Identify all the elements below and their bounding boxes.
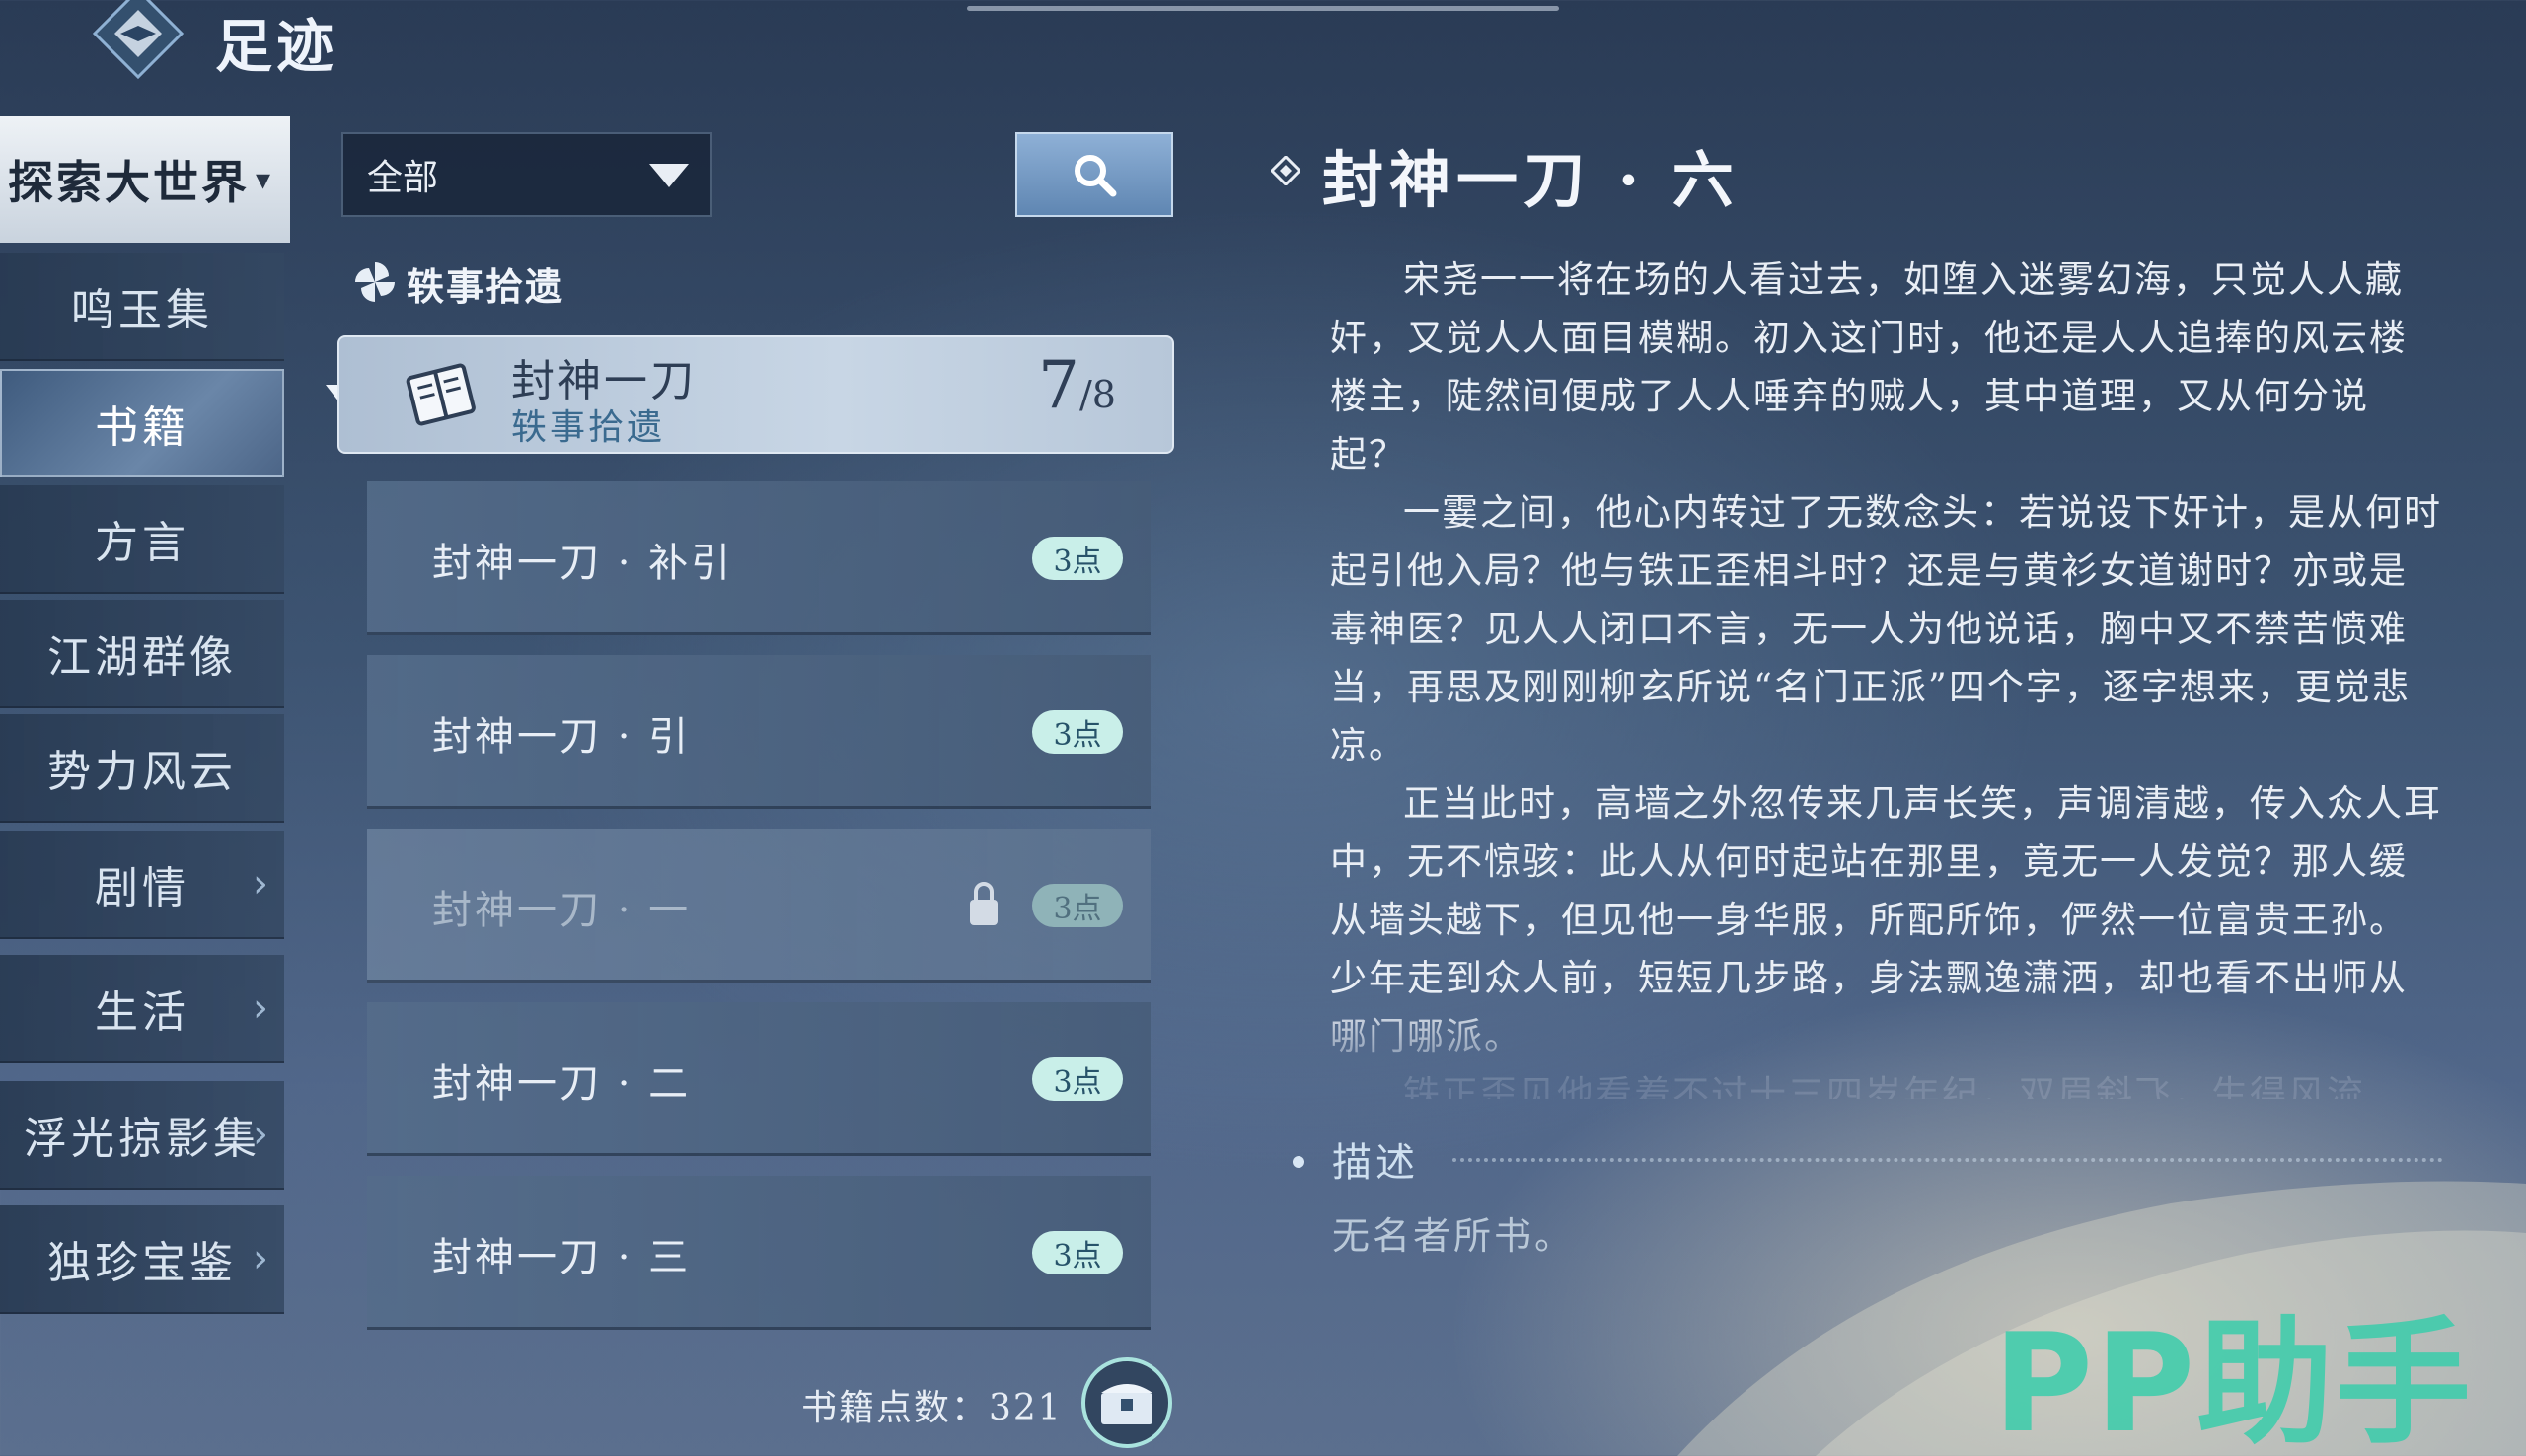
chevron-right-icon: › (253, 1112, 272, 1157)
chapter-label: 封神一刀 · 三 (432, 1235, 692, 1280)
points-badge: 3点 (1032, 537, 1123, 580)
sidebar-item[interactable]: 书籍 (0, 369, 284, 477)
chapter-label: 封神一刀 · 二 (432, 1061, 692, 1107)
sidebar-category-label: 探索大世界 (8, 156, 250, 209)
diamond-marker-icon (1271, 156, 1300, 185)
chevron-right-icon: › (253, 985, 272, 1031)
book-points-label: 书籍点数：321 (801, 1388, 1063, 1428)
caret-down-icon: ▾ (256, 162, 274, 197)
search-button[interactable] (1015, 132, 1173, 217)
desc-bullet (1293, 1156, 1304, 1168)
chapter-list-item[interactable]: 封神一刀 · 二 3点 (367, 1002, 1151, 1156)
points-badge: 3点 (1032, 710, 1123, 754)
chapter-label: 封神一刀 · 补引 (432, 541, 734, 586)
sidebar-item-label: 鸣玉集 (71, 285, 213, 335)
detail-body-text[interactable]: 宋尧一一将在场的人看过去，如堕入迷雾幻海，只觉人人藏奸，又觉人人面目模糊。初入这… (1330, 251, 2445, 1099)
description-label: 描述 (1332, 1140, 1419, 1186)
sidebar-item-label: 浮光掠影集 (24, 1114, 260, 1164)
sidebar-item-label: 独珍宝鉴 (47, 1238, 237, 1288)
sidebar-item[interactable]: 生活 › (0, 955, 284, 1063)
chest-icon[interactable] (1077, 1353, 1176, 1452)
sidebar-category-dropdown[interactable]: 探索大世界 ▾ (0, 116, 290, 243)
watermark-logo: PP助手 (1993, 1304, 2474, 1456)
group-progress-count: 7 (1038, 347, 1079, 423)
points-badge: 3点 (1032, 1231, 1123, 1274)
dropdown-triangle-icon (649, 164, 689, 187)
sidebar-item[interactable]: 浮光掠影集 › (0, 1081, 284, 1190)
sidebar-item[interactable]: 剧情 › (0, 831, 284, 939)
pinwheel-icon (355, 262, 395, 302)
chapter-label: 封神一刀 · 一 (432, 888, 692, 933)
chapter-list-item[interactable]: 封神一刀 · 一 3点 (367, 829, 1151, 983)
chapter-list-item[interactable]: 封神一刀 · 三 3点 (367, 1176, 1151, 1330)
chapter-label: 封神一刀 · 引 (432, 714, 692, 760)
chevron-right-icon: › (253, 1236, 272, 1281)
points-badge: 3点 (1032, 884, 1123, 927)
points-badge: 3点 (1032, 1057, 1123, 1101)
diamond-emblem-icon (92, 0, 185, 80)
filter-value: 全部 (367, 158, 439, 198)
sidebar-item[interactable]: 鸣玉集 (0, 253, 284, 361)
book-icon (406, 363, 476, 426)
search-icon (1075, 155, 1117, 197)
sidebar-item-label: 方言 (95, 518, 189, 568)
detail-paragraph: 正当此时，高墙之外忽传来几声长笑，声调清越，传入众人耳中，无不惊骇：此人从何时起… (1330, 782, 2442, 1057)
description-text: 无名者所书。 (1332, 1214, 1576, 1258)
group-progress-total: /8 (1079, 373, 1116, 416)
detail-paragraph: 宋尧一一将在场的人看过去，如堕入迷雾幻海，只觉人人藏奸，又觉人人面目模糊。初入这… (1330, 258, 2408, 475)
lock-icon (970, 882, 998, 925)
sidebar-item[interactable]: 江湖群像 (0, 600, 284, 708)
sidebar-item[interactable]: 势力风云 (0, 714, 284, 823)
sidebar-item-label: 势力风云 (47, 747, 237, 797)
chevron-right-icon: › (253, 861, 272, 907)
section-label: 轶事拾遗 (407, 264, 565, 309)
detail-paragraph: 铁正歪见他看着不过十三四岁年纪，双眉斜飞，生得风流 (1403, 1073, 2365, 1099)
top-indicator-bar (967, 6, 1559, 11)
sidebar-item[interactable]: 独珍宝鉴 › (0, 1205, 284, 1314)
sidebar-item-label: 书籍 (95, 402, 189, 453)
chapter-list-item[interactable]: 封神一刀 · 引 3点 (367, 655, 1151, 809)
sidebar-item[interactable]: 方言 (0, 485, 284, 594)
detail-title: 封神一刀 · 六 (1322, 144, 1740, 216)
chapter-list-item[interactable]: 封神一刀 · 补引 3点 (367, 481, 1151, 635)
group-subtitle: 轶事拾遗 (511, 407, 666, 448)
category-filter-select[interactable]: 全部 (341, 132, 712, 217)
sidebar-item-label: 江湖群像 (47, 632, 237, 683)
detail-paragraph: 一霎之间，他心内转过了无数念头：若说设下奸计，是从何时起引他入局？他与铁正歪相斗… (1330, 491, 2442, 766)
sidebar-item-label: 生活 (95, 987, 189, 1038)
sidebar-item-label: 剧情 (95, 863, 189, 913)
page-title: 足迹 (215, 13, 338, 80)
